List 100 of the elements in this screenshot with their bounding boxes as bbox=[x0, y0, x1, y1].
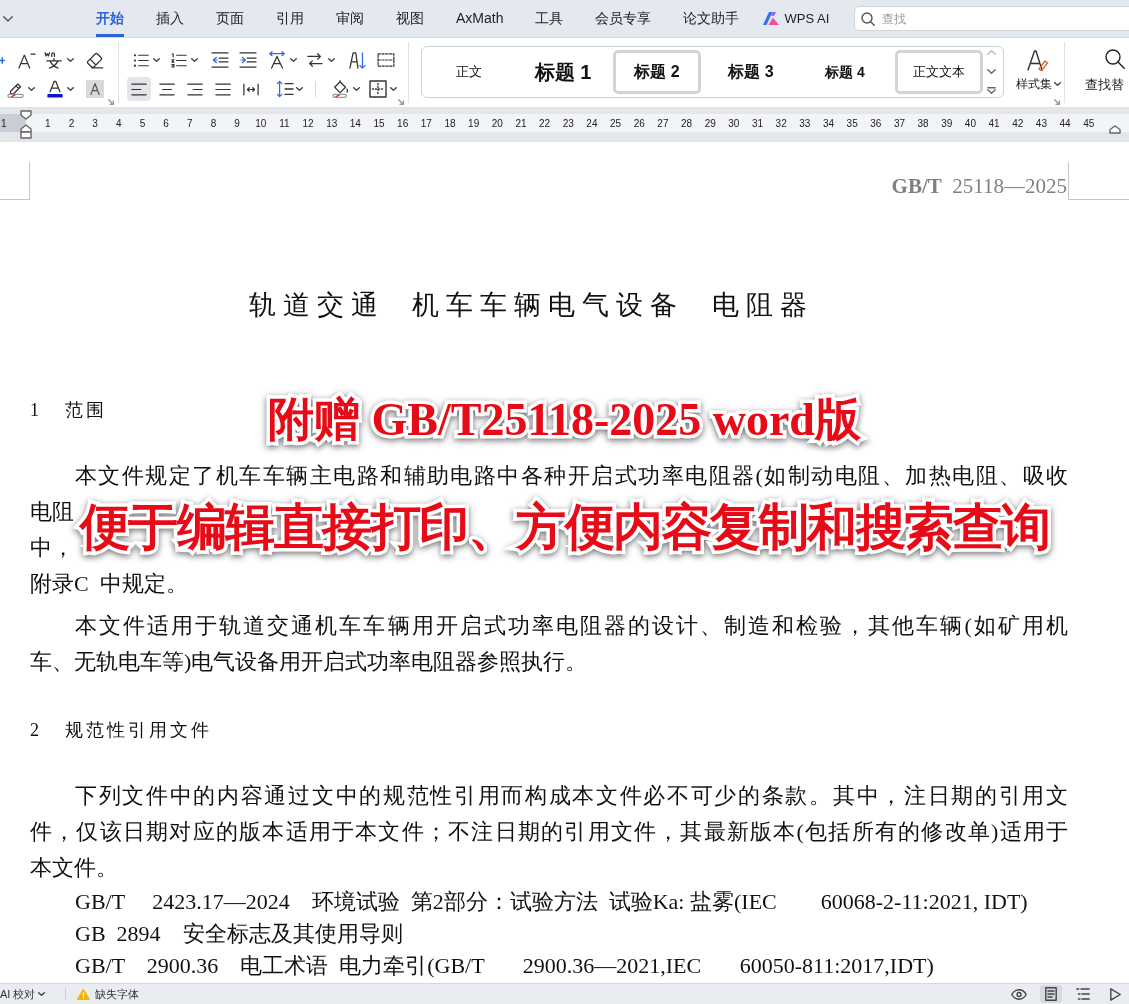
caret-icon[interactable] bbox=[328, 58, 335, 62]
style-preset[interactable]: 标题 1 bbox=[519, 50, 607, 94]
distributed-align-icon[interactable] bbox=[243, 82, 259, 96]
ruler-number: 40 bbox=[963, 116, 977, 131]
eraser-icon[interactable] bbox=[86, 51, 104, 69]
ai-logo-icon[interactable] bbox=[763, 12, 780, 25]
ruler-number: 14 bbox=[348, 116, 362, 131]
style-set-button[interactable]: 样式集 bbox=[1012, 38, 1064, 93]
promo-subheadline: 便于编辑直接打印、方便内容复制和搜索查询 bbox=[79, 498, 1050, 557]
caret-icon[interactable] bbox=[1053, 82, 1061, 86]
body-paragraph: 下列文件中的内容通过文中的规范性引用而构成本文件必不可少的条款。其中，注日期的引用文 件，仅该日期对应的版本适用于本文件；不注日期的引用文件，其最新版本(包括所有的修改单)适用于 本文件。 bbox=[30, 782, 1068, 882]
play-icon[interactable] bbox=[1109, 987, 1121, 1001]
missing-font-warning[interactable]: 缺失字体 bbox=[95, 985, 140, 1003]
ribbon-tab[interactable]: 插入 bbox=[156, 0, 184, 37]
ruler-number: 9 bbox=[233, 116, 241, 131]
dialog-launcher-icon[interactable] bbox=[1054, 99, 1060, 105]
caret-icon[interactable] bbox=[67, 87, 74, 91]
chevron-down-icon[interactable] bbox=[3, 15, 13, 22]
align-right-icon[interactable] bbox=[187, 82, 203, 96]
font-shrink-icon[interactable] bbox=[18, 51, 36, 69]
dashed-box-icon[interactable] bbox=[377, 53, 395, 67]
scroll-down-icon[interactable] bbox=[987, 68, 996, 74]
ruler-number: 25 bbox=[609, 116, 623, 131]
style-preset[interactable]: 正文 bbox=[425, 50, 513, 94]
borders-icon[interactable] bbox=[369, 80, 387, 98]
caret-icon[interactable] bbox=[191, 58, 198, 62]
style-preset[interactable]: 正文文本 bbox=[895, 50, 983, 94]
ribbon-tab[interactable]: 视图 bbox=[396, 0, 424, 37]
page-view-icon[interactable] bbox=[1045, 987, 1057, 1001]
caret-icon[interactable] bbox=[38, 992, 46, 996]
reference-entry: GB/T 2423.17—2024 环境试验 第2部分：试验方法 试验Ka: 盐雾(IEC 60068-2-11:2021, IDT) bbox=[74, 888, 1029, 916]
indent-marker-icon[interactable] bbox=[20, 110, 32, 140]
bullet-list-icon[interactable] bbox=[133, 52, 149, 68]
caret-icon[interactable] bbox=[153, 58, 160, 62]
proofread-button[interactable]: AI 校对 bbox=[0, 984, 46, 1004]
ribbon-tab[interactable]: 工具 bbox=[535, 0, 564, 37]
ruler-number: 1 bbox=[44, 116, 52, 131]
text-direction-icon[interactable] bbox=[268, 51, 286, 69]
section-heading: 1 范围 bbox=[30, 399, 107, 422]
plus-icon[interactable] bbox=[0, 56, 5, 64]
caret-icon[interactable] bbox=[28, 87, 35, 91]
font-color-icon[interactable] bbox=[46, 80, 64, 98]
ruler-number: 44 bbox=[1058, 116, 1072, 131]
font-brush-icon[interactable] bbox=[1027, 49, 1049, 71]
caret-icon[interactable] bbox=[296, 87, 303, 91]
dialog-launcher-icon[interactable] bbox=[108, 99, 114, 105]
ruler-number: 1 bbox=[1, 116, 7, 131]
character-shading-icon[interactable] bbox=[86, 80, 104, 98]
outline-view-icon[interactable] bbox=[1076, 988, 1090, 1000]
highlighter-icon[interactable] bbox=[7, 80, 25, 98]
ribbon-tab[interactable]: 论文助手 bbox=[683, 0, 740, 37]
pinyin-guide-icon[interactable] bbox=[44, 51, 64, 69]
ribbon-tab[interactable]: 引用 bbox=[276, 0, 304, 37]
align-left-icon[interactable] bbox=[131, 82, 147, 96]
dialog-launcher-icon[interactable] bbox=[398, 99, 404, 105]
style-preset[interactable]: 标题 4 bbox=[801, 50, 889, 94]
paragraph-line: 本文件规定了机车车辆主电路和辅助电路中各种开启式功率电阻器(如制动电阻、加热电阻、吸收 bbox=[74, 462, 1068, 490]
decrease-indent-icon[interactable] bbox=[211, 52, 229, 68]
ruler-number: 42 bbox=[1011, 116, 1025, 131]
align-center-icon[interactable] bbox=[159, 82, 175, 96]
style-preset[interactable]: 标题 2 bbox=[613, 50, 701, 94]
caret-icon[interactable] bbox=[67, 58, 74, 62]
paint-bucket-icon[interactable] bbox=[332, 80, 350, 98]
ruler-number: 3 bbox=[91, 116, 99, 131]
swap-arrows-icon[interactable] bbox=[306, 52, 324, 68]
search-icon[interactable] bbox=[1105, 49, 1125, 69]
caret-icon[interactable] bbox=[353, 87, 360, 91]
caret-icon[interactable] bbox=[390, 87, 397, 91]
ai-assistant-tab[interactable]: WPS AI bbox=[763, 8, 830, 29]
ruler-number: 6 bbox=[162, 116, 170, 131]
ruler-number: 4 bbox=[115, 116, 123, 131]
ruler-number: 10 bbox=[254, 116, 268, 131]
increase-indent-icon[interactable] bbox=[239, 52, 257, 68]
section-heading: 2 规范性引用文件 bbox=[30, 719, 212, 742]
ribbon-tab[interactable]: AxMath bbox=[456, 0, 504, 37]
ribbon-tab[interactable]: 审阅 bbox=[336, 0, 364, 37]
caret-icon[interactable] bbox=[290, 58, 297, 62]
ruler-number: 21 bbox=[514, 116, 528, 131]
line-spacing-icon[interactable] bbox=[276, 80, 294, 98]
ribbon-tab[interactable]: 会员专享 bbox=[595, 0, 652, 37]
right-indent-marker-icon[interactable] bbox=[1109, 125, 1121, 134]
numbered-list-icon[interactable] bbox=[171, 52, 187, 68]
ruler-number: 22 bbox=[538, 116, 552, 131]
ruler-number: 39 bbox=[940, 116, 954, 131]
more-styles-icon[interactable] bbox=[987, 87, 996, 94]
align-justify-icon[interactable] bbox=[215, 82, 231, 96]
ruler-number: 29 bbox=[703, 116, 717, 131]
search-icon[interactable] bbox=[861, 11, 876, 26]
ribbon-tab[interactable]: 页面 bbox=[216, 0, 244, 37]
align-left-button[interactable] bbox=[127, 77, 151, 101]
view-mode-button[interactable] bbox=[1040, 985, 1062, 1003]
style-preset[interactable]: 标题 3 bbox=[707, 50, 795, 94]
sort-icon[interactable] bbox=[349, 51, 367, 69]
ruler-number: 41 bbox=[987, 116, 1001, 131]
ruler-number: 2 bbox=[67, 116, 76, 131]
ruler-number: 34 bbox=[821, 116, 836, 131]
ruler-number: 45 bbox=[1082, 116, 1096, 131]
find-replace-button[interactable]: 查找替 bbox=[1085, 38, 1127, 107]
search-field[interactable]: 查找 bbox=[854, 6, 1129, 31]
ruler-number: 12 bbox=[301, 116, 315, 131]
